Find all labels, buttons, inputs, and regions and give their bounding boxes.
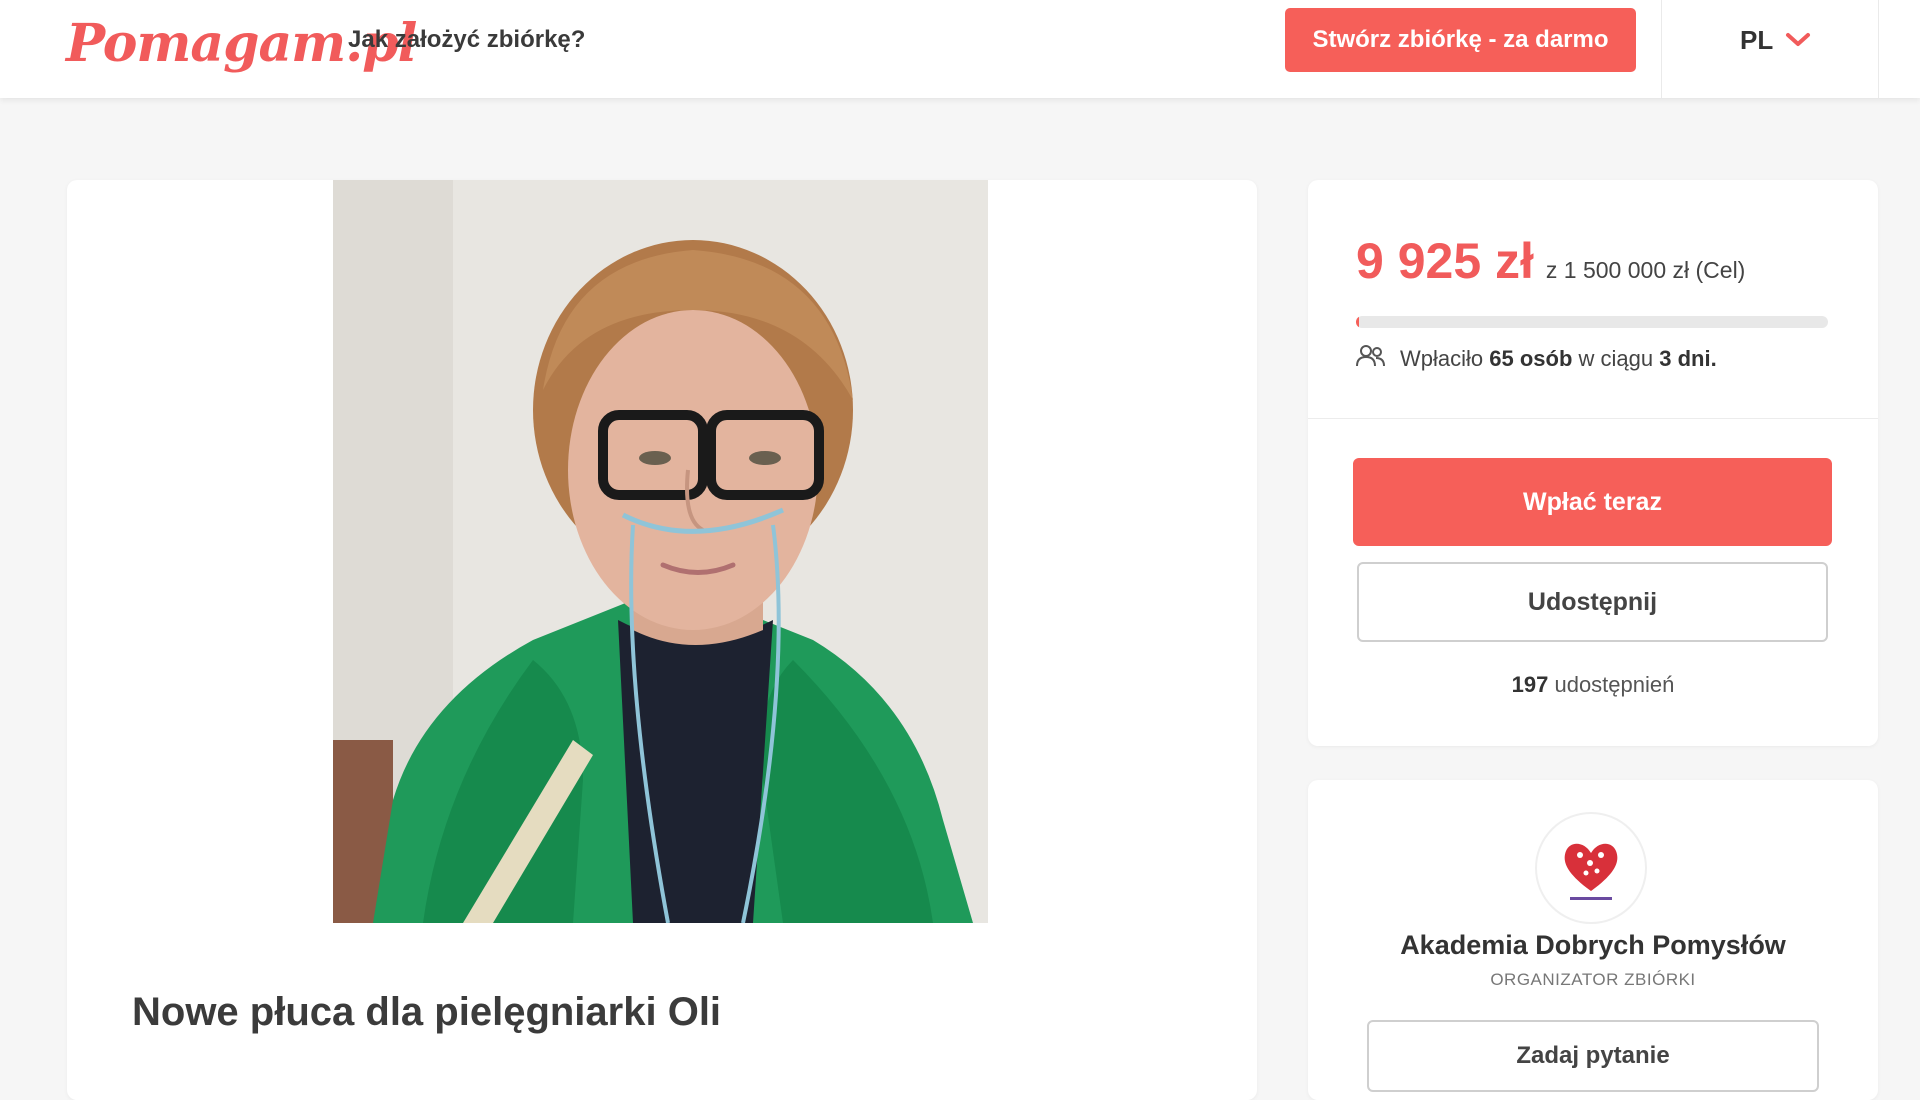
users-icon <box>1356 344 1386 374</box>
site-header: Pomagam.pl Jak założyć zbiórkę? Stwórz z… <box>0 0 1920 98</box>
header-divider <box>1878 0 1879 98</box>
organizer-panel: Akademia Dobrych Pomysłów ORGANIZATOR ZB… <box>1308 780 1878 1100</box>
chevron-down-icon <box>1785 32 1811 48</box>
goal-amount: z 1 500 000 zł (Cel) <box>1545 257 1746 283</box>
progress-bar <box>1356 316 1828 328</box>
create-fundraiser-button[interactable]: Stwórz zbiórkę - za darmo <box>1285 8 1636 72</box>
progress-fill <box>1356 316 1360 328</box>
donation-panel: 9 925 zł z 1 500 000 zł (Cel) Wpłaciło 6… <box>1308 180 1878 746</box>
donors-info: Wpłaciło 65 osób w ciągu 3 dni. <box>1356 344 1717 374</box>
heart-logo-icon <box>1564 843 1618 900</box>
donors-prefix: Wpłaciło <box>1400 346 1484 371</box>
campaign-photo[interactable] <box>333 180 988 923</box>
amount-row: 9 925 zł z 1 500 000 zł (Cel) <box>1356 232 1745 290</box>
header-divider <box>1661 0 1662 98</box>
days-count: 3 dni. <box>1659 346 1717 371</box>
campaign-title: Nowe płuca dla pielęgniarki Oli <box>132 990 722 1034</box>
shares-count: 197 udostępnień <box>1308 672 1878 698</box>
donate-now-button[interactable]: Wpłać teraz <box>1353 458 1832 546</box>
ask-question-button[interactable]: Zadaj pytanie <box>1367 1020 1819 1092</box>
organizer-role: ORGANIZATOR ZBIÓRKI <box>1490 970 1696 989</box>
organizer-name[interactable]: Akademia Dobrych Pomysłów <box>1308 930 1878 961</box>
language-label: PL <box>1740 24 1774 55</box>
organizer-avatar[interactable] <box>1535 812 1647 924</box>
shares-label: udostępnień <box>1554 672 1675 697</box>
donors-middle: w ciągu <box>1578 346 1654 371</box>
how-to-create-link[interactable]: Jak założyć zbiórkę? <box>348 20 585 60</box>
divider <box>1308 418 1878 419</box>
share-button[interactable]: Udostępnij <box>1357 562 1828 642</box>
raised-amount: 9 925 zł <box>1356 233 1534 289</box>
donors-count: 65 osób <box>1489 346 1573 371</box>
shares-number: 197 <box>1511 672 1549 697</box>
language-selector[interactable]: PL <box>1740 20 1811 60</box>
campaign-card: Nowe płuca dla pielęgniarki Oli <box>67 180 1257 1100</box>
donors-text: Wpłaciło 65 osób w ciągu 3 dni. <box>1400 346 1717 372</box>
